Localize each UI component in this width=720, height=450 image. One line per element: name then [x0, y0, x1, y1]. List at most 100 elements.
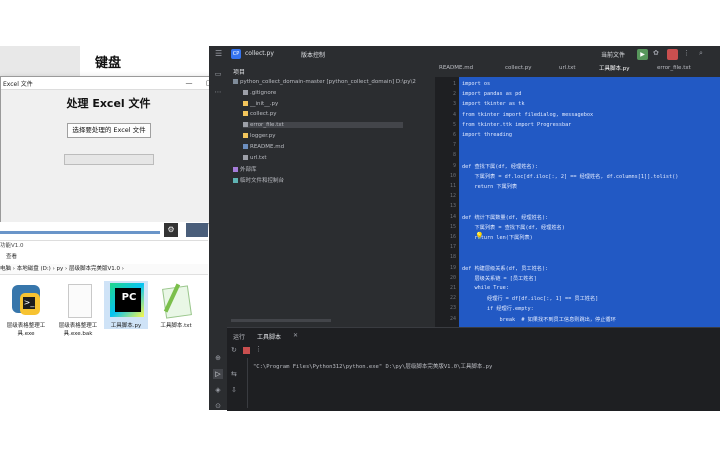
line-number: 16 [449, 234, 456, 240]
file-item[interactable]: PC 工具脚本.py [104, 281, 148, 329]
line-number: 7 [452, 142, 456, 149]
tree-item[interactable]: collect.py [243, 111, 277, 117]
line-number: 15 [449, 223, 456, 230]
file-name: 工具脚本.py [110, 323, 142, 329]
line-number: 9 [452, 162, 456, 169]
code-line: from tkinter.ttk import Progressbar [462, 121, 572, 128]
code-line: while True: [462, 285, 509, 291]
tree-item[interactable]: .gitignore [243, 89, 276, 96]
project-panel-title[interactable]: 项目 [233, 67, 245, 76]
select-excel-button[interactable]: 选择要处理的 Excel 文件 [67, 123, 151, 138]
lightbulb-icon[interactable]: 💡 [475, 232, 484, 240]
tab-readme[interactable]: README.md [439, 65, 473, 71]
code-editor[interactable]: import os import pandas as pd import tkint… [459, 77, 720, 327]
code-line: 经理行 = df[df.iloc[:, 1] == 员工姓名] [462, 296, 599, 303]
folder-icon[interactable]: ▭ [213, 69, 223, 79]
structure-icon[interactable]: ⋯ [213, 87, 223, 97]
debug-icon[interactable]: ✿ [653, 49, 659, 57]
close-tab-icon[interactable]: ✕ [293, 332, 298, 339]
tree-item[interactable]: 外部库 [233, 165, 257, 173]
tree-item[interactable]: __init__.py [243, 100, 279, 107]
py-icon [243, 100, 248, 106]
horizontal-scrollbar[interactable] [231, 319, 331, 322]
window-thumbnail[interactable] [186, 223, 208, 237]
file-item[interactable]: 工具脚本.txt [154, 281, 198, 329]
run-tool-icon[interactable]: ▷ [213, 369, 223, 379]
pycharm-window: ☰ CP collect.py 版本控制 当前文件 ▶ ✿ ⋮ ⌕ ▭ ⋯ ⊕ … [209, 46, 720, 411]
line-number: 22 [449, 295, 456, 302]
tk-titlebar: Excel 文件 — ▢ ✕ [1, 77, 241, 90]
tree-item-label: __init__.py [250, 100, 279, 107]
line-number: 5 [452, 121, 456, 128]
line-number: 3 [452, 101, 456, 108]
search-icon[interactable]: ⌕ [699, 49, 703, 58]
more-icon[interactable]: ⋮ [683, 49, 690, 57]
lib-icon [233, 167, 238, 173]
ide-left-toolbar: ▭ ⋯ ⊕ ▷ ◈ ⊙ [209, 63, 228, 410]
file-name: 层级表格整理工具.exe [6, 323, 46, 337]
editor-area: README.md collect.py url.txt 工具脚本.py err… [435, 63, 720, 327]
tree-item[interactable]: README.md [243, 143, 284, 150]
line-number: 17 [449, 244, 456, 251]
project-name[interactable]: collect.py [245, 50, 274, 57]
tree-item-label: collect.py [250, 111, 277, 118]
line-number: 2 [452, 91, 456, 98]
file-icon [243, 89, 248, 95]
run-tab[interactable]: 运行 [233, 332, 245, 341]
line-number: 8 [452, 152, 456, 159]
project-badge-icon: CP [231, 49, 241, 59]
run-panel: 运行 工具脚本 ✕ ↻ ⋮ ⇆ ⇩ "C:\Program Files\Pyth… [227, 327, 720, 411]
py-icon [243, 133, 248, 138]
tk-window-title: Excel 文件 [3, 81, 33, 88]
code-line: import pandas as pd [462, 91, 522, 98]
md-icon [243, 143, 248, 149]
stop-run-icon[interactable] [243, 347, 250, 354]
run-script-tab[interactable]: 工具脚本 [257, 332, 281, 341]
run-icon[interactable]: ▶ [637, 49, 648, 60]
code-line: return 下属列表 [462, 184, 518, 190]
layers-icon[interactable]: ◈ [213, 385, 223, 395]
terminal-icon[interactable]: ⊙ [213, 401, 223, 411]
explorer-tab-view[interactable]: 查看 [6, 252, 17, 260]
file-name: 层级表格整理工具.exe.bak [58, 323, 98, 337]
txt-icon [243, 154, 248, 160]
scroll-end-icon[interactable]: ⇩ [231, 386, 237, 394]
folder-icon [233, 79, 238, 84]
editor-tabs: README.md collect.py url.txt 工具脚本.py err… [435, 63, 720, 79]
file-item[interactable]: >_ 层级表格整理工具.exe [4, 281, 48, 337]
tab-error-file[interactable]: error_file.txt [657, 65, 691, 71]
tree-item[interactable]: url.txt [243, 154, 267, 161]
more-options-icon[interactable]: ⋮ [255, 345, 262, 353]
line-number: 23 [449, 305, 456, 312]
line-number: 4 [452, 111, 456, 118]
code-line: break # 如果找不到员工信息则跳出，停止循环 [462, 316, 616, 323]
line-number: 21 [449, 285, 456, 291]
console-command: "C:\Program Files\Python312\python.exe" … [253, 364, 493, 370]
vcs-branch[interactable]: 版本控制 [301, 50, 325, 59]
services-icon[interactable]: ⊕ [213, 353, 223, 363]
minimize-button[interactable]: — [182, 78, 196, 88]
tree-item-label: 临时文件和控制台 [240, 178, 285, 185]
run-config[interactable]: 当前文件 [601, 50, 625, 59]
rerun-icon[interactable]: ↻ [231, 346, 237, 354]
tree-item-label: python_collect_domain-master [python_col… [240, 79, 416, 85]
console-divider [247, 358, 248, 408]
code-line: if 经理行.empty: [462, 306, 534, 313]
main-menu-icon[interactable]: ☰ [215, 49, 222, 58]
soft-wrap-icon[interactable]: ⇆ [231, 370, 237, 378]
scratch-icon [233, 178, 238, 184]
gear-icon[interactable]: ⚙ [164, 223, 178, 237]
tab-url[interactable]: url.txt [559, 65, 576, 71]
tab-collect[interactable]: collect.py [505, 65, 532, 71]
explorer-address-bar[interactable]: 电脑 › 本地磁盘 (D:) › py › 层级脚本完美版V1.0 › [0, 264, 208, 275]
tree-item[interactable]: 临时文件和控制台 [233, 176, 284, 184]
file-item[interactable]: 层级表格整理工具.exe.bak [56, 281, 100, 337]
tree-item[interactable]: python_collect_domain-master [python_col… [233, 79, 416, 85]
py-icon [243, 111, 248, 117]
line-number: 13 [449, 203, 456, 210]
code-line: def 查找下属(df, 经理姓名): [462, 163, 538, 170]
tree-item[interactable]: logger.py [243, 133, 276, 139]
tree-item[interactable]: error_file.txt [243, 122, 403, 129]
stop-icon[interactable] [667, 49, 678, 60]
line-number: 18 [449, 254, 456, 261]
